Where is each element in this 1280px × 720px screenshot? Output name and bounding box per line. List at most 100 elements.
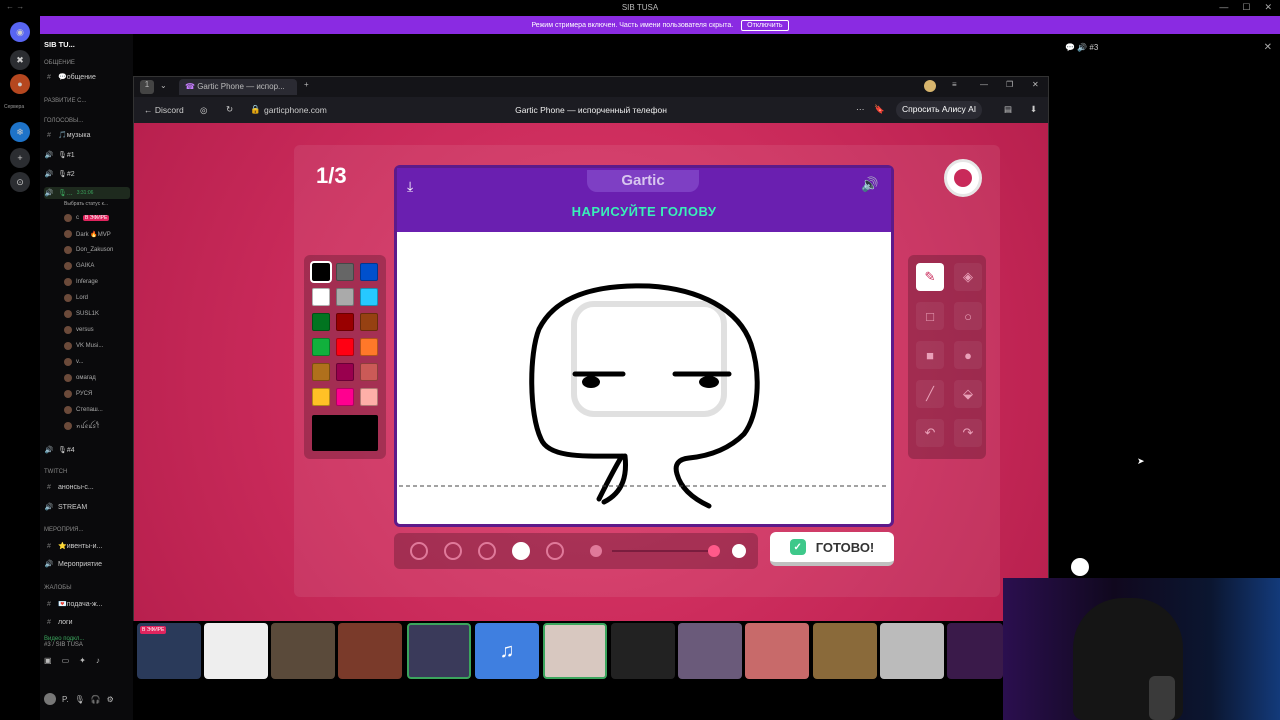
- server-icon[interactable]: ✖: [10, 50, 30, 70]
- participant-tile[interactable]: [947, 623, 1003, 679]
- maximize-icon[interactable]: ☐: [1242, 2, 1250, 13]
- ask-alice-button[interactable]: Спросить Алису AI: [896, 101, 983, 119]
- minimize-icon[interactable]: —: [1219, 2, 1228, 13]
- voice-user[interactable]: VK Musi...: [44, 340, 130, 352]
- download-icon[interactable]: ⬇: [1030, 104, 1037, 115]
- circle-fill-icon[interactable]: ●: [954, 341, 982, 369]
- camera-icon[interactable]: ▣: [44, 656, 52, 665]
- chevron-down-icon[interactable]: ⌄: [160, 81, 167, 90]
- participant-tile[interactable]: [880, 623, 944, 679]
- ready-button[interactable]: ✓ ГОТОВО!: [770, 532, 894, 566]
- channel-item[interactable]: # анонсы-с...: [44, 481, 130, 493]
- voice-user[interactable]: Lord: [44, 292, 130, 304]
- opacity-slider-thumb[interactable]: [708, 545, 720, 557]
- guild-name[interactable]: SIB TU...: [44, 40, 129, 52]
- color-swatch[interactable]: [336, 313, 354, 331]
- color-swatch[interactable]: [360, 313, 378, 331]
- music-bot-icon[interactable]: ♫: [475, 623, 539, 679]
- avatar[interactable]: [44, 693, 56, 705]
- sidebar-toggle-icon[interactable]: ▤: [1004, 104, 1012, 115]
- bookmark-icon[interactable]: 🔖: [874, 104, 885, 115]
- discord-home-icon[interactable]: ◉: [10, 22, 30, 42]
- server-icon[interactable]: ●: [10, 74, 30, 94]
- rect-fill-icon[interactable]: ■: [916, 341, 944, 369]
- screen-share-icon[interactable]: ▭: [62, 656, 70, 665]
- server-icon[interactable]: ❄: [10, 122, 30, 142]
- voice-user[interactable]: v...: [44, 356, 130, 368]
- voice-user[interactable]: ꪀꪊꫀꪊ𝘴ꪻ: [44, 420, 130, 432]
- eraser-icon[interactable]: ◈: [954, 263, 982, 291]
- category-header[interactable]: ГОЛОСОВЫ...: [44, 115, 130, 127]
- color-swatch[interactable]: [312, 363, 330, 381]
- participant-tile[interactable]: [204, 623, 268, 679]
- participant-tile[interactable]: [745, 623, 809, 679]
- color-swatch[interactable]: [360, 338, 378, 356]
- color-swatch[interactable]: [310, 261, 332, 283]
- profile-icon[interactable]: [924, 80, 936, 92]
- color-swatch[interactable]: [312, 288, 330, 306]
- discover-icon[interactable]: ⊙: [10, 172, 30, 192]
- voice-user[interactable]: Степаш...: [44, 404, 130, 416]
- channel-item[interactable]: 🔊 Мероприятие: [44, 558, 130, 570]
- tab-gartic[interactable]: ☎ Gartic Phone — испор...: [179, 79, 297, 95]
- channel-item[interactable]: # 🎵музыка: [44, 129, 130, 141]
- channel-item[interactable]: # логи: [44, 616, 130, 628]
- add-server-icon[interactable]: +: [10, 148, 30, 168]
- voice-user[interactable]: versus: [44, 324, 130, 336]
- color-swatch[interactable]: [336, 388, 354, 406]
- color-swatch[interactable]: [312, 338, 330, 356]
- restore-icon[interactable]: ❐: [1006, 80, 1013, 89]
- soundboard-icon[interactable]: ♪: [96, 656, 100, 665]
- sound-icon[interactable]: 🔊: [861, 176, 878, 193]
- mic-icon[interactable]: 🎙: [75, 695, 85, 704]
- color-swatch[interactable]: [360, 363, 378, 381]
- color-swatch[interactable]: [312, 388, 330, 406]
- color-swatch[interactable]: [336, 338, 354, 356]
- voice-user[interactable]: Dark 🔥MVP: [44, 228, 130, 240]
- voice-user[interactable]: Don_Zakuson: [44, 244, 130, 256]
- participant-tile[interactable]: [611, 623, 675, 679]
- drawing-canvas[interactable]: [399, 234, 889, 516]
- channel-item[interactable]: # ⭐ивенты-и...: [44, 540, 130, 552]
- redo-icon[interactable]: ↷: [954, 419, 982, 447]
- participant-tile[interactable]: В ЭФИРЕ: [137, 623, 201, 679]
- channel-item[interactable]: 🔊 🎙#1: [44, 149, 130, 161]
- tab-count[interactable]: 1: [140, 80, 154, 94]
- gear-icon[interactable]: ⚙: [107, 695, 114, 704]
- new-tab-icon[interactable]: +: [304, 80, 309, 89]
- category-header[interactable]: МЕРОПРИЯ...: [44, 524, 130, 536]
- category-header[interactable]: TWITCH: [44, 466, 130, 478]
- channel-item[interactable]: 🔊 🎙#2: [44, 168, 130, 180]
- channel-item[interactable]: 🔊 🎙#4: [44, 444, 130, 456]
- voice-user[interactable]: омагад: [44, 372, 130, 384]
- voice-user[interactable]: c В ЭФИРЕ: [44, 212, 130, 224]
- participant-tile[interactable]: [338, 623, 402, 679]
- rect-outline-icon[interactable]: □: [916, 302, 944, 330]
- color-swatch[interactable]: [336, 363, 354, 381]
- category-header[interactable]: РАЗВИТИЕ С...: [44, 95, 130, 107]
- close-icon[interactable]: ✕: [1264, 42, 1272, 53]
- download-icon[interactable]: ⤓: [407, 178, 413, 195]
- line-icon[interactable]: ╱: [916, 380, 944, 408]
- channel-item[interactable]: # 💬общение: [44, 71, 130, 83]
- pencil-icon[interactable]: ✎: [916, 263, 944, 291]
- activity-icon[interactable]: ✦: [79, 656, 86, 665]
- more-icon[interactable]: ⋯: [856, 104, 865, 115]
- brush-size-2[interactable]: [444, 542, 462, 560]
- category-header[interactable]: ОБЩЕНИЕ: [44, 57, 130, 69]
- bucket-icon[interactable]: ⬙: [954, 380, 982, 408]
- color-swatch[interactable]: [360, 263, 378, 281]
- color-swatch[interactable]: [312, 313, 330, 331]
- participant-tile[interactable]: [271, 623, 335, 679]
- brush-size-3[interactable]: [478, 542, 496, 560]
- brush-size-4[interactable]: [512, 542, 530, 560]
- color-swatch[interactable]: [360, 388, 378, 406]
- opacity-slider[interactable]: [612, 550, 712, 552]
- color-swatch[interactable]: [336, 263, 354, 281]
- participant-tile[interactable]: [407, 623, 471, 679]
- color-swatch[interactable]: [336, 288, 354, 306]
- voice-user[interactable]: РУСЯ: [44, 388, 130, 400]
- chat-bubble-icon[interactable]: [1071, 558, 1089, 576]
- channel-status[interactable]: Выбрать статус к...: [44, 198, 130, 210]
- headphones-icon[interactable]: 🎧: [91, 695, 101, 704]
